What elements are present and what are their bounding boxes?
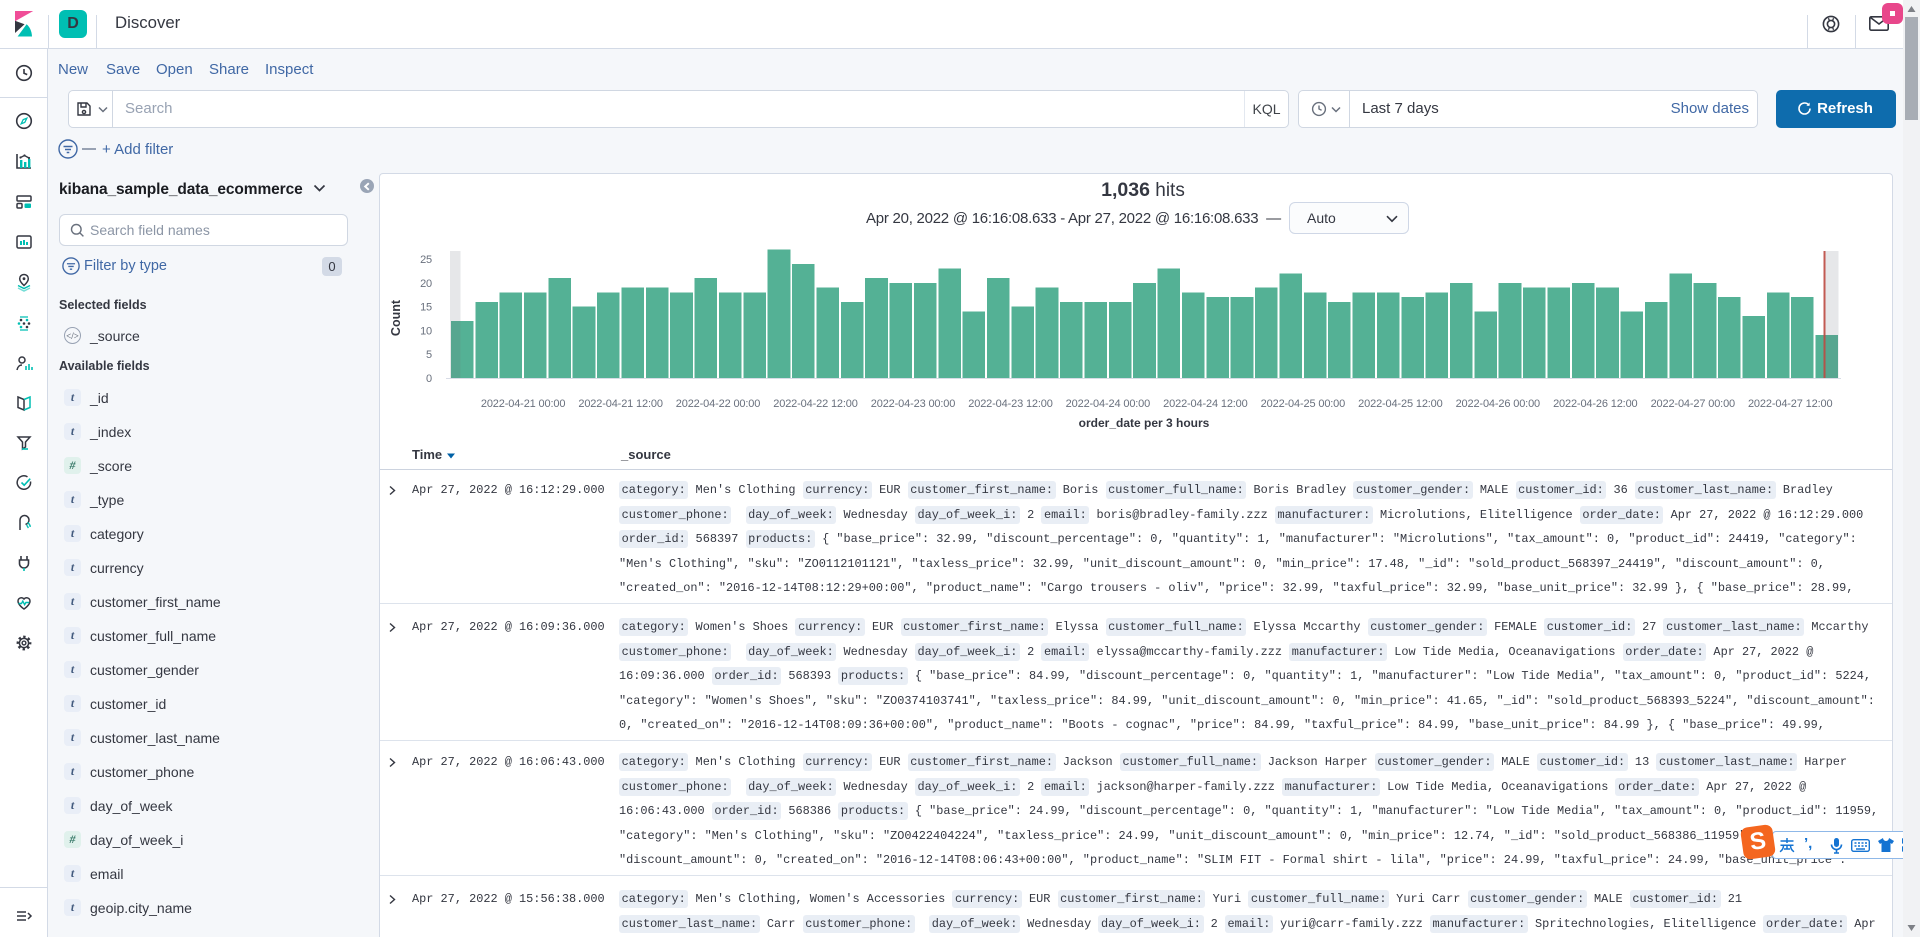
svg-text:2022-04-24 12:00: 2022-04-24 12:00	[1163, 398, 1247, 410]
svg-text:2022-04-23 12:00: 2022-04-23 12:00	[968, 398, 1052, 410]
svg-text:2022-04-22 00:00: 2022-04-22 00:00	[676, 398, 760, 410]
svg-text:25: 25	[420, 254, 432, 266]
svg-text:2022-04-25 00:00: 2022-04-25 00:00	[1261, 398, 1345, 410]
svg-text:10: 10	[420, 325, 432, 337]
svg-text:2022-04-23 00:00: 2022-04-23 00:00	[871, 398, 955, 410]
svg-text:15: 15	[420, 302, 432, 314]
svg-text:2022-04-24 00:00: 2022-04-24 00:00	[1066, 398, 1150, 410]
svg-text:2022-04-27 00:00: 2022-04-27 00:00	[1651, 398, 1735, 410]
svg-text:5: 5	[426, 349, 432, 361]
svg-text:order_date per 3 hours: order_date per 3 hours	[1079, 416, 1210, 430]
svg-text:2022-04-25 12:00: 2022-04-25 12:00	[1358, 398, 1442, 410]
svg-text:2022-04-26 00:00: 2022-04-26 00:00	[1456, 398, 1540, 410]
svg-text:2022-04-21 00:00: 2022-04-21 00:00	[481, 398, 565, 410]
svg-text:Count: Count	[389, 299, 403, 336]
svg-text:2022-04-26 12:00: 2022-04-26 12:00	[1553, 398, 1637, 410]
svg-text:20: 20	[420, 278, 432, 290]
svg-text:2022-04-21 12:00: 2022-04-21 12:00	[578, 398, 662, 410]
svg-text:2022-04-22 12:00: 2022-04-22 12:00	[773, 398, 857, 410]
svg-text:0: 0	[426, 373, 432, 385]
svg-text:2022-04-27 12:00: 2022-04-27 12:00	[1748, 398, 1832, 410]
